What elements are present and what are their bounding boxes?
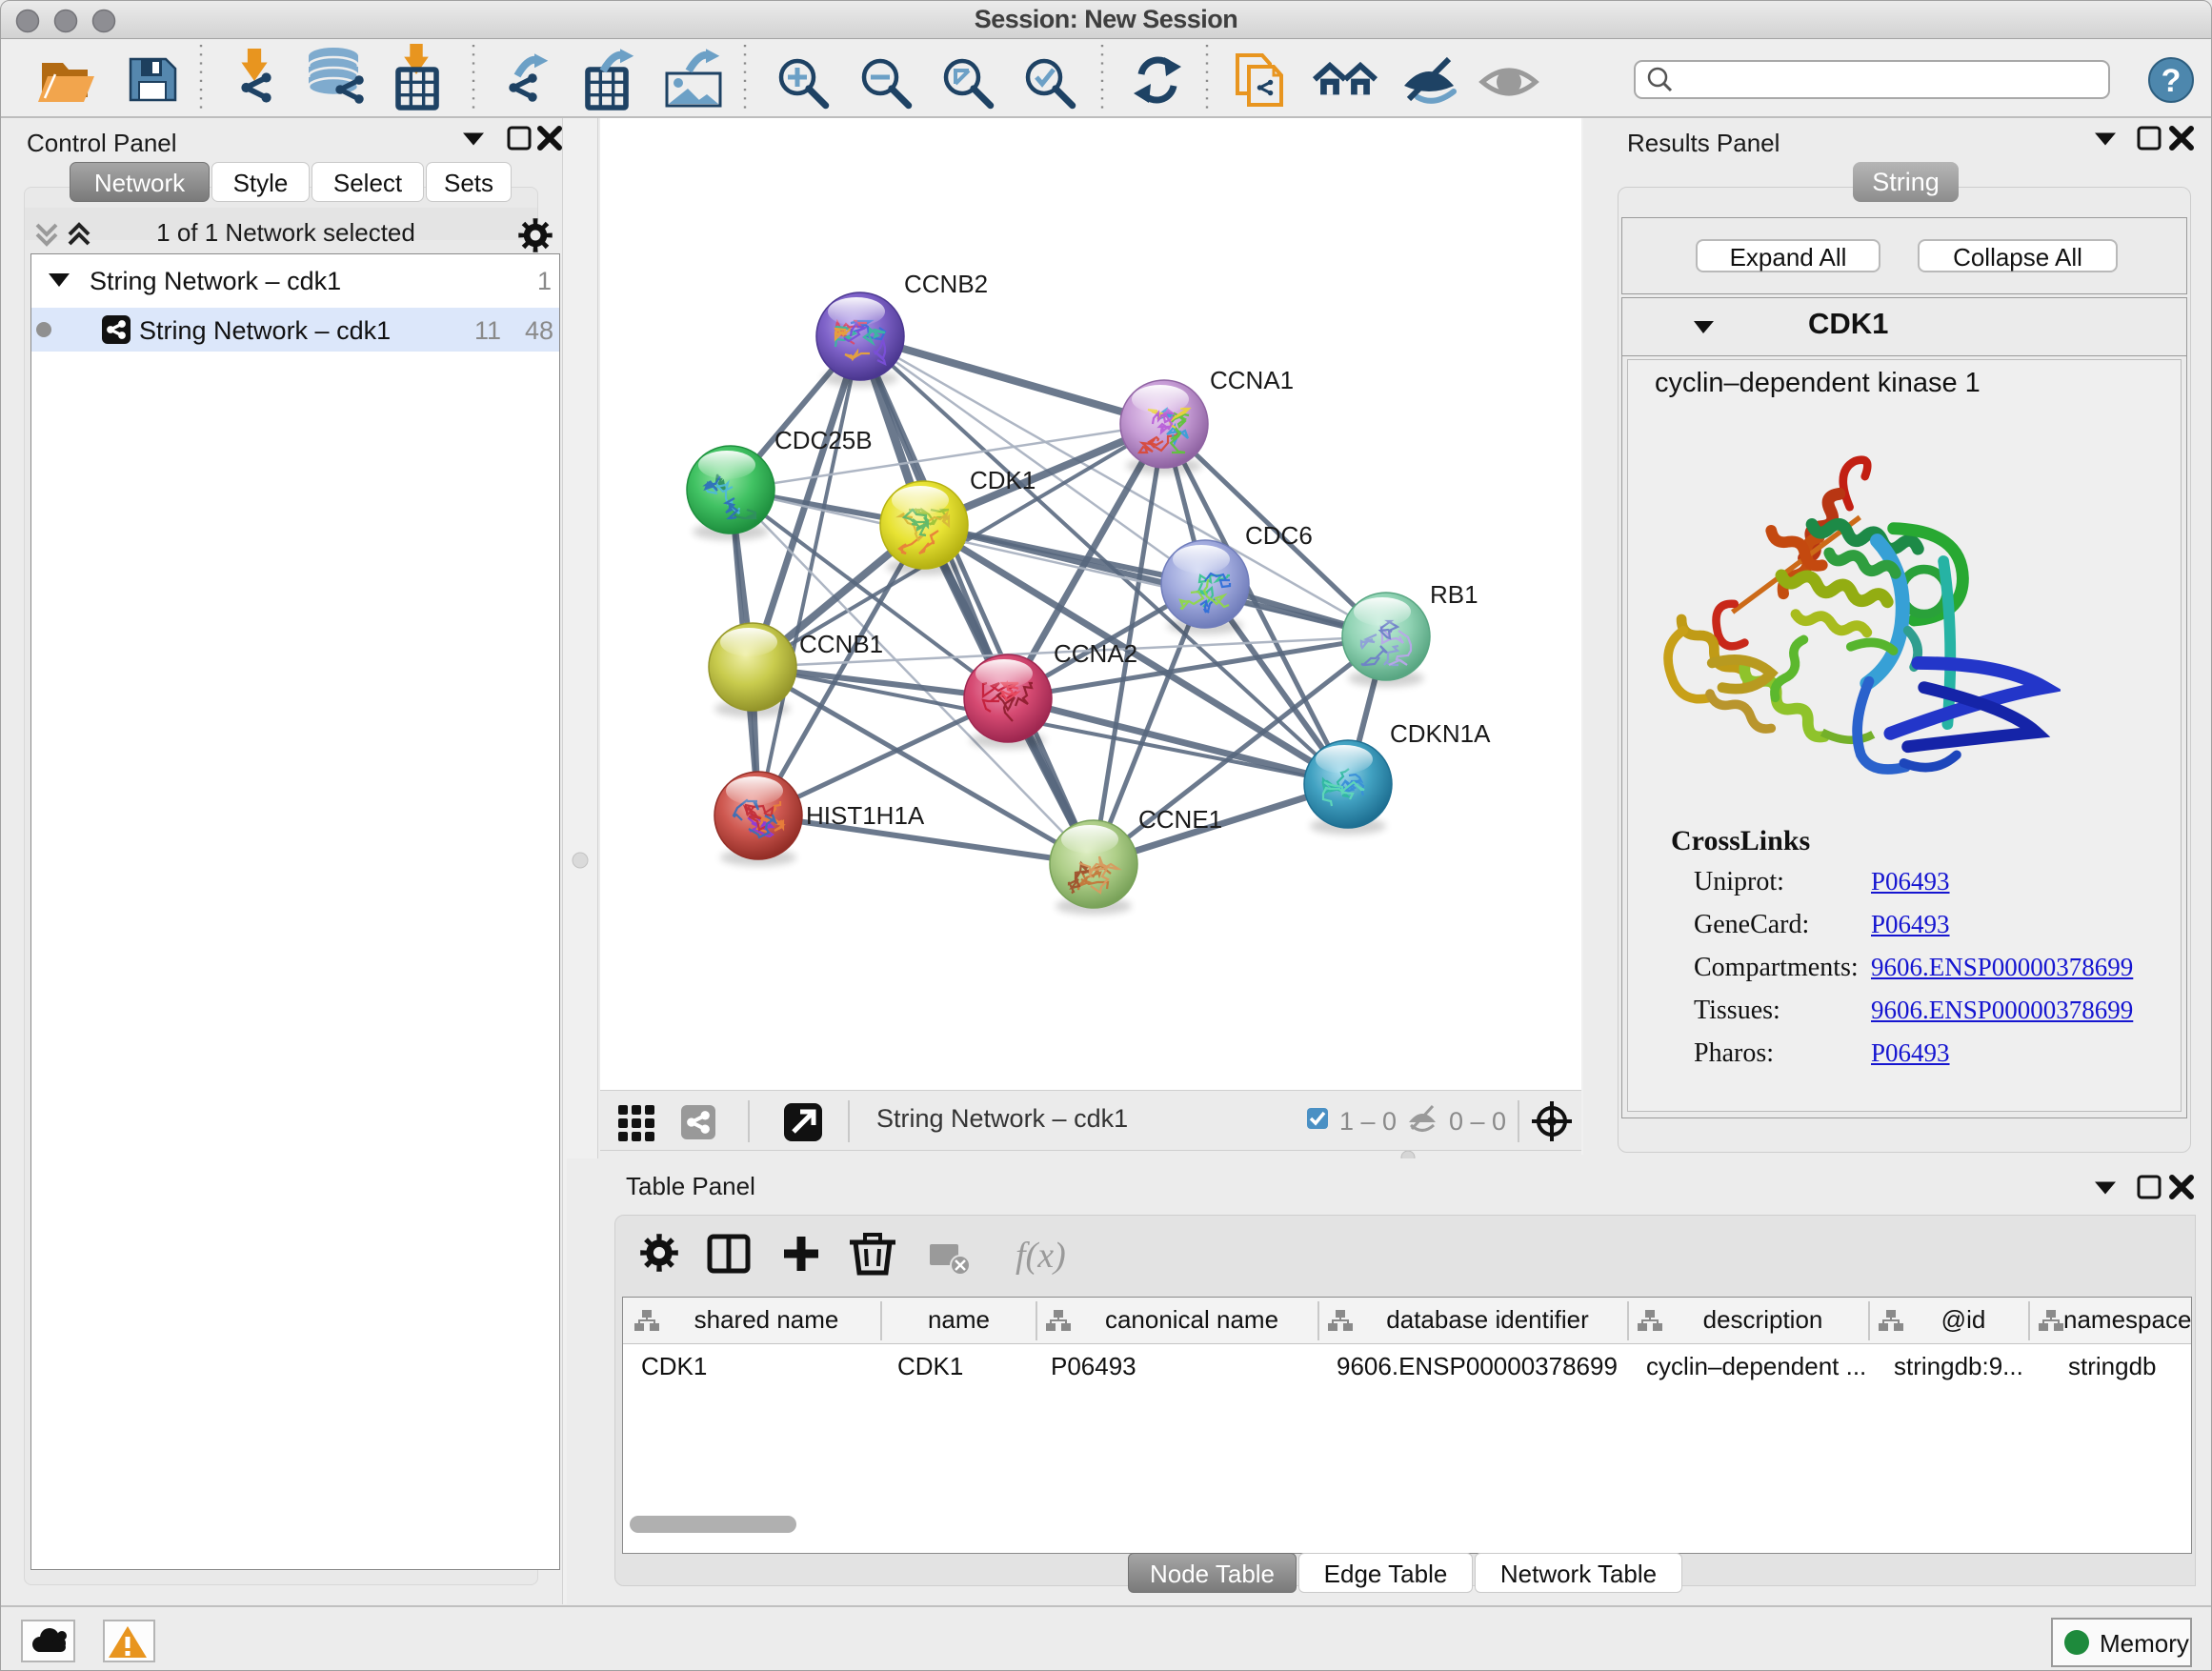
svg-text:HIST1H1A: HIST1H1A — [806, 801, 925, 830]
svg-text:?: ? — [2162, 63, 2182, 99]
svg-text:CCNB2: CCNB2 — [904, 270, 988, 298]
svg-text:CCNB1: CCNB1 — [799, 630, 883, 658]
svg-text:CCNE1: CCNE1 — [1138, 805, 1222, 834]
svg-text:CCNA2: CCNA2 — [1054, 639, 1137, 668]
svg-text:CDK1: CDK1 — [970, 466, 1036, 494]
svg-text:f(x): f(x) — [1016, 1236, 1066, 1276]
svg-text:CCNA1: CCNA1 — [1210, 366, 1294, 394]
svg-text:RB1: RB1 — [1430, 580, 1478, 609]
svg-text:CDC6: CDC6 — [1245, 521, 1313, 550]
svg-text:CDC25B: CDC25B — [774, 426, 873, 454]
svg-text:CDKN1A: CDKN1A — [1390, 719, 1491, 748]
